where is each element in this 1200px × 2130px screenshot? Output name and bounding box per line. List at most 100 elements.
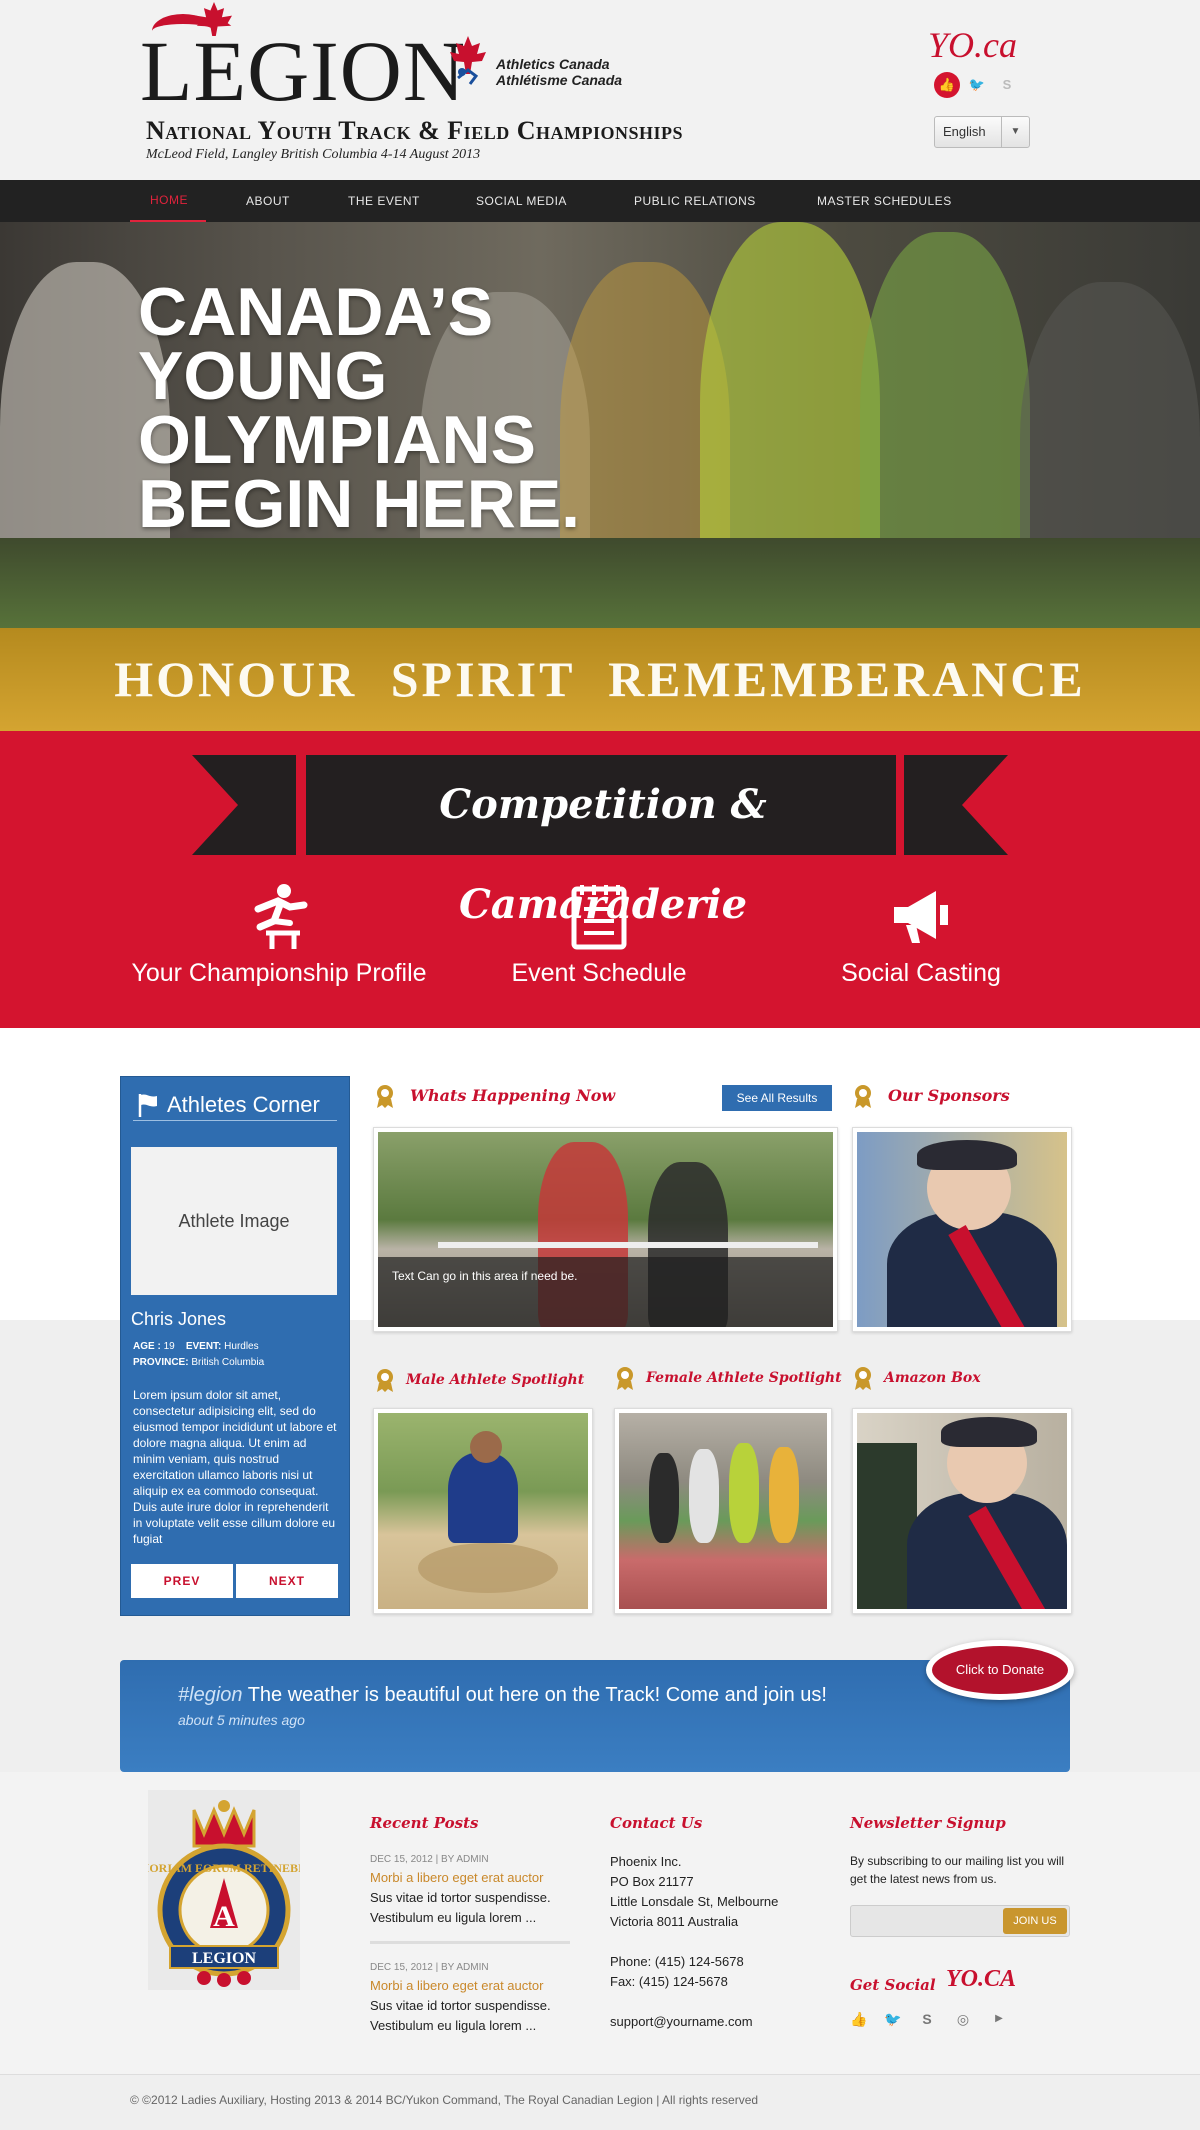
values-band: HONOUR SPIRIT REMEMBERANCE (0, 628, 1200, 731)
schedule-icon[interactable] (564, 881, 634, 951)
female-spotlight-title: Female Athlete Spotlight (646, 1370, 842, 1386)
page-subtitle: McLeod Field, Langley British Columbia 4… (146, 147, 481, 162)
award-badge-icon (377, 1369, 393, 1392)
thumbs-up-icon[interactable]: 👍 (934, 72, 960, 98)
amazon-box-photo[interactable] (852, 1408, 1072, 1614)
newsletter-text: By subscribing to our mailing list you w… (850, 1854, 1065, 1886)
male-spotlight-title: Male Athlete Spotlight (406, 1372, 585, 1388)
tweet-time: about 5 minutes ago (178, 1712, 305, 1728)
yo-logo[interactable]: YO.ca (928, 24, 1017, 66)
athletes-corner-title: Athletes Corner (167, 1092, 320, 1117)
dribbble-icon[interactable]: ◎ (954, 2010, 972, 2028)
language-value: English (943, 124, 986, 139)
age-value: 19 (163, 1341, 175, 1352)
athletes-corner-header: Athletes Corner (133, 1091, 337, 1121)
nav-social-media[interactable]: SOCIAL MEDIA (476, 180, 567, 222)
post-excerpt-line2: Vestibulum eu ligula lorem ... (370, 1910, 537, 1925)
hurdler-icon[interactable] (244, 881, 314, 951)
nav-the-event[interactable]: THE EVENT (348, 180, 420, 222)
contact-title: Contact Us (610, 1814, 703, 1832)
values-text: HONOUR SPIRIT REMEMBERANCE (114, 651, 1086, 707)
nav-master-schedules[interactable]: MASTER SCHEDULES (817, 180, 952, 222)
athlete-meta: AGE : 19 EVENT: Hurdles PROVINCE: Britis… (133, 1339, 264, 1371)
sponsors-title: Our Sponsors (888, 1086, 1010, 1105)
male-spotlight-photo[interactable] (373, 1408, 593, 1614)
sponsor-photo[interactable] (852, 1127, 1072, 1332)
features-banner: Competition & Camaraderie Your Champions… (0, 731, 1200, 1028)
crest-motto: MEMORIAM EORUM RETINEBIMUS (148, 1861, 300, 1875)
copyright-text: © ©2012 Ladies Auxiliary, Hosting 2013 &… (130, 2093, 759, 2107)
post-divider (370, 1941, 570, 1944)
partner-line-fr: Athlétisme Canada (496, 72, 623, 88)
crest-word: LEGION (192, 1950, 256, 1967)
donate-button[interactable]: Click to Donate (926, 1640, 1074, 1700)
post-link[interactable]: Morbi a libero eget erat auctor (370, 1870, 543, 1885)
ribbon-tail-left (192, 755, 296, 855)
athletes-corner: Athletes Corner Athlete Image Chris Jone… (120, 1076, 350, 1616)
athletics-canada-logo-icon (450, 36, 486, 85)
province-value: British Columbia (191, 1357, 265, 1368)
feature-schedule-label[interactable]: Event Schedule (439, 959, 759, 988)
flag-icon (138, 1094, 157, 1117)
crest-letter: A (213, 1900, 235, 1933)
post-excerpt-line1: Sus vitae id tortor suspendisse. (370, 1998, 551, 2013)
ribbon-text: Competition & Camaraderie (439, 781, 767, 928)
skype-icon[interactable]: S (918, 2010, 936, 2028)
language-select[interactable]: English ▼ (934, 116, 1030, 148)
prev-button[interactable]: PREV (131, 1564, 233, 1598)
hero-line-1: CANADA’S (138, 274, 494, 350)
feature-profile-label[interactable]: Your Championship Profile (119, 959, 439, 988)
contact-phone: Phone: (415) 124-5678 (610, 1954, 744, 1969)
megaphone-icon[interactable] (886, 881, 956, 951)
youtube-icon[interactable]: ▶ (990, 2010, 1008, 2028)
award-badge-icon (617, 1367, 633, 1390)
twitter-icon[interactable]: 🐦 (884, 2010, 902, 2028)
contact-line: Victoria 8011 Australia (610, 1914, 739, 1929)
nav-home[interactable]: HOME (130, 180, 206, 222)
hero-line-4: BEGIN HERE. (138, 466, 581, 542)
tweet-hashtag[interactable]: #legion (178, 1684, 243, 1706)
twitter-icon[interactable]: 🐦 (964, 72, 990, 98)
contact-line: Little Lonsdale St, Melbourne (610, 1894, 779, 1909)
copyright-bar: © ©2012 Ladies Auxiliary, Hosting 2013 &… (0, 2074, 1200, 2130)
award-badge-icon (855, 1367, 871, 1390)
hero-banner: CANADA’S YOUNG OLYMPIANS BEGIN HERE. (0, 222, 1200, 628)
ribbon: Competition & Camaraderie (306, 755, 896, 928)
post-excerpt-line1: Sus vitae id tortor suspendisse. (370, 1890, 551, 1905)
next-button[interactable]: NEXT (236, 1564, 338, 1598)
hero-line-3: OLYMPIANS (138, 402, 537, 478)
post-link[interactable]: Morbi a libero eget erat auctor (370, 1978, 543, 1993)
skype-icon[interactable]: S (994, 72, 1020, 98)
hero-headline: CANADA’S YOUNG OLYMPIANS BEGIN HERE. (138, 274, 698, 542)
hero-line-2: YOUNG (138, 338, 388, 414)
event-value: Hurdles (224, 1341, 259, 1352)
athlete-image[interactable]: Athlete Image (131, 1147, 337, 1295)
athletics-canada-text: Athletics Canada Athlétisme Canada (496, 56, 622, 88)
partner-line-en: Athletics Canada (496, 56, 610, 72)
get-social-title: Get Social (850, 1976, 936, 1994)
legion-logo[interactable]: LEGION (140, 28, 466, 114)
legion-crest-icon: MEMORIAM EORUM RETINEBIMUS A LEGION (148, 1790, 300, 1990)
post-meta: DEC 15, 2012 | BY ADMIN (370, 1962, 489, 1973)
post-meta: DEC 15, 2012 | BY ADMIN (370, 1854, 489, 1865)
yo-small-logo[interactable]: YO.CA (946, 1966, 1016, 1993)
newsletter-email-input[interactable]: JOIN US (850, 1905, 1070, 1937)
nav-about[interactable]: ABOUT (246, 180, 290, 222)
join-us-button[interactable]: JOIN US (1003, 1908, 1067, 1934)
athlete-name: Chris Jones (131, 1309, 227, 1329)
photo-caption: Text Can go in this area if need be. (378, 1257, 833, 1327)
nav-public-relations[interactable]: PUBLIC RELATIONS (634, 180, 756, 222)
chevron-down-icon[interactable]: ▼ (1001, 117, 1029, 147)
whats-happening-photo[interactable]: Text Can go in this area if need be. (373, 1127, 838, 1332)
event-label: EVENT: (185, 1341, 222, 1352)
thumbs-up-icon[interactable]: 👍 (850, 2010, 868, 2028)
age-label: AGE : (133, 1341, 161, 1352)
see-all-results-button[interactable]: See All Results (722, 1085, 832, 1111)
whats-happening-title: Whats Happening Now (410, 1086, 616, 1105)
female-spotlight-photo[interactable] (614, 1408, 832, 1614)
athlete-bio: Lorem ipsum dolor sit amet, consectetur … (133, 1388, 337, 1546)
site-header: LEGION Athletics Canada Athlétisme Canad… (0, 0, 1200, 180)
award-badge-icon (855, 1085, 871, 1108)
contact-email[interactable]: support@yourname.com (610, 2012, 753, 2032)
feature-social-label[interactable]: Social Casting (761, 959, 1081, 988)
